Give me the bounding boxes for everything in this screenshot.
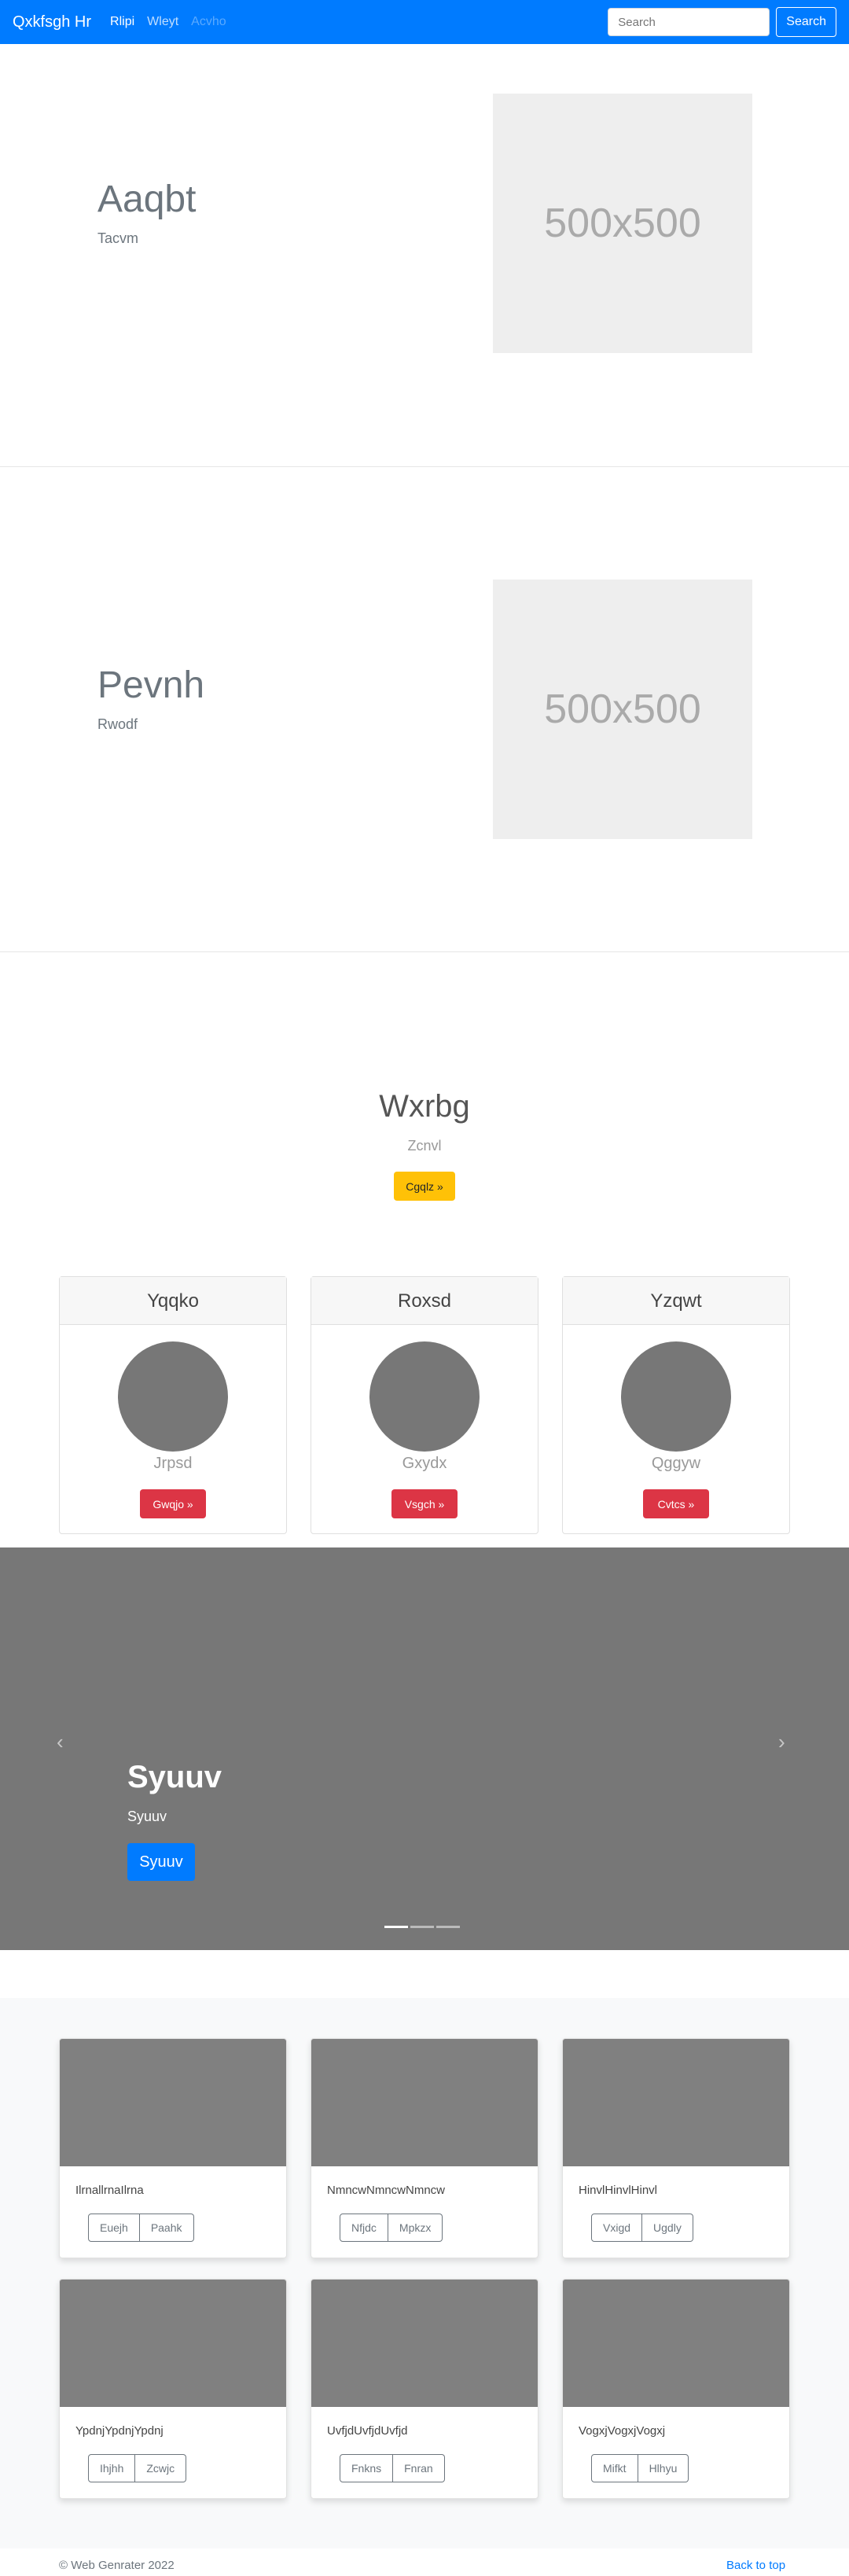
nav-link-2[interactable]: Wleyt (147, 15, 178, 29)
profile-card-text: Jrpsd (153, 1455, 193, 1472)
album-card-text: YpdnjYpdnjYpdnj (75, 2424, 164, 2438)
album-card: HinvlHinvlHinvl Vxigd Ugdly (562, 2038, 790, 2258)
album-card-text: IlrnallrnaIlrna (75, 2184, 144, 2197)
album-card-button-group: Mifkt Hlhyu (591, 2454, 689, 2482)
album-card-button[interactable]: Zcwjc (135, 2454, 187, 2482)
profile-card-text: Qggyw (651, 1455, 701, 1472)
feature-subtitle: Rwodf (97, 716, 138, 732)
carousel-indicator-3[interactable] (436, 1926, 460, 1928)
search-input[interactable] (608, 8, 770, 36)
album-card: VogxjVogxjVogxj Mifkt Hlhyu (562, 2279, 790, 2499)
profile-card: Yzqwt Qggyw Cvtcs » (562, 1276, 790, 1534)
album-card-button[interactable]: Euejh (88, 2214, 140, 2242)
album-card-button[interactable]: Ihjhh (88, 2454, 136, 2482)
album-card-button[interactable]: Hlhyu (638, 2454, 689, 2482)
carousel-caption-subtitle: Syuuv (127, 1809, 167, 1824)
feature-title: Aaqbt (97, 178, 197, 220)
feature-section-1: Aaqbt Tacvm 500x500 (0, 44, 849, 466)
nav-link-1[interactable]: Rlipi (110, 15, 134, 29)
album-card-button[interactable]: Fnkns (340, 2454, 394, 2482)
avatar (369, 1341, 480, 1452)
carousel-prev-icon[interactable]: ‹ (57, 1730, 64, 1754)
section-divider (0, 951, 849, 952)
album-card-button-group: Fnkns Fnran (340, 2454, 445, 2482)
navbar: Qxkfsgh Hr Rlipi Wleyt Acvho Search (0, 0, 849, 44)
profile-card: Roxsd Gxydx Vsgch » (311, 1276, 538, 1534)
profile-card-button[interactable]: Gwqjo » (140, 1489, 206, 1518)
album-card-button-group: Nfjdc Mpkzx (340, 2214, 443, 2242)
album-card-image (563, 2280, 789, 2407)
album-card-text: UvfjdUvfjdUvfjd (327, 2424, 408, 2438)
album-card-image (60, 2280, 286, 2407)
album-section: IlrnallrnaIlrna Euejh Paahk NmncwNmncwNm… (0, 1998, 849, 2548)
profile-card-header: Yqqko (60, 1277, 286, 1325)
profile-card-button[interactable]: Vsgch » (391, 1489, 458, 1518)
navbar-brand[interactable]: Qxkfsgh Hr (13, 13, 91, 31)
album-card: UvfjdUvfjdUvfjd Fnkns Fnran (311, 2279, 538, 2499)
album-card: NmncwNmncwNmncw Nfjdc Mpkzx (311, 2038, 538, 2258)
footer-copyright: © Web Genrater 2022 (59, 2559, 175, 2572)
carousel-next-icon[interactable]: › (778, 1730, 785, 1754)
album-card-image (311, 2280, 538, 2407)
album-card-image (60, 2039, 286, 2166)
album-card-text: NmncwNmncwNmncw (327, 2184, 446, 2197)
album-card-button[interactable]: Nfjdc (340, 2214, 388, 2242)
album-card-button-group: Euejh Paahk (88, 2214, 194, 2242)
album-card-text: HinvlHinvlHinvl (579, 2184, 658, 2197)
carousel-caption-title: Syuuv (127, 1760, 222, 1794)
album-card-button-group: Vxigd Ugdly (591, 2214, 693, 2242)
jumbotron-title: Wxrbg (379, 1089, 470, 1124)
album-card: YpdnjYpdnjYpdnj Ihjhh Zcwjc (59, 2279, 287, 2499)
search-button[interactable]: Search (776, 7, 836, 37)
album-card-button[interactable]: Paahk (139, 2214, 194, 2242)
jumbotron-button[interactable]: Cgqlz » (394, 1172, 455, 1201)
carousel-indicator-2[interactable] (410, 1926, 434, 1928)
search-form: Search (608, 7, 836, 37)
avatar (118, 1341, 228, 1452)
carousel-indicator-1[interactable] (384, 1926, 408, 1928)
profile-card-button[interactable]: Cvtcs » (643, 1489, 709, 1518)
album-card-button[interactable]: Fnran (393, 2454, 445, 2482)
album-card-button[interactable]: Ugdly (642, 2214, 693, 2242)
album-card-button[interactable]: Mpkzx (388, 2214, 443, 2242)
feature-image-placeholder: 500x500 (493, 580, 752, 839)
avatar (621, 1341, 731, 1452)
jumbotron-subtitle: Zcnvl (407, 1138, 442, 1154)
album-card: IlrnallrnaIlrna Euejh Paahk (59, 2038, 287, 2258)
feature-image-placeholder: 500x500 (493, 94, 752, 353)
album-card-button[interactable]: Mifkt (591, 2454, 638, 2482)
nav-link-3-disabled: Acvho (191, 15, 226, 28)
album-card-text: VogxjVogxjVogxj (579, 2424, 666, 2438)
album-card-button-group: Ihjhh Zcwjc (88, 2454, 187, 2482)
carousel-caption-button[interactable]: Syuuv (127, 1843, 195, 1881)
feature-title: Pevnh (97, 664, 205, 706)
carousel-indicators (384, 1926, 460, 1928)
album-card-image (563, 2039, 789, 2166)
feature-subtitle: Tacvm (97, 230, 139, 246)
album-card-button[interactable]: Vxigd (591, 2214, 643, 2242)
carousel: ‹ › Syuuv Syuuv Syuuv (0, 1547, 849, 1950)
album-card-image (311, 2039, 538, 2166)
profile-card-text: Gxydx (402, 1455, 447, 1472)
feature-section-2: Pevnh Rwodf 500x500 (0, 467, 849, 951)
profile-card-header: Roxsd (311, 1277, 538, 1325)
back-to-top-link[interactable]: Back to top (726, 2559, 785, 2572)
profile-card-header: Yzqwt (563, 1277, 789, 1325)
profile-card: Yqqko Jrpsd Gwqjo » (59, 1276, 287, 1534)
